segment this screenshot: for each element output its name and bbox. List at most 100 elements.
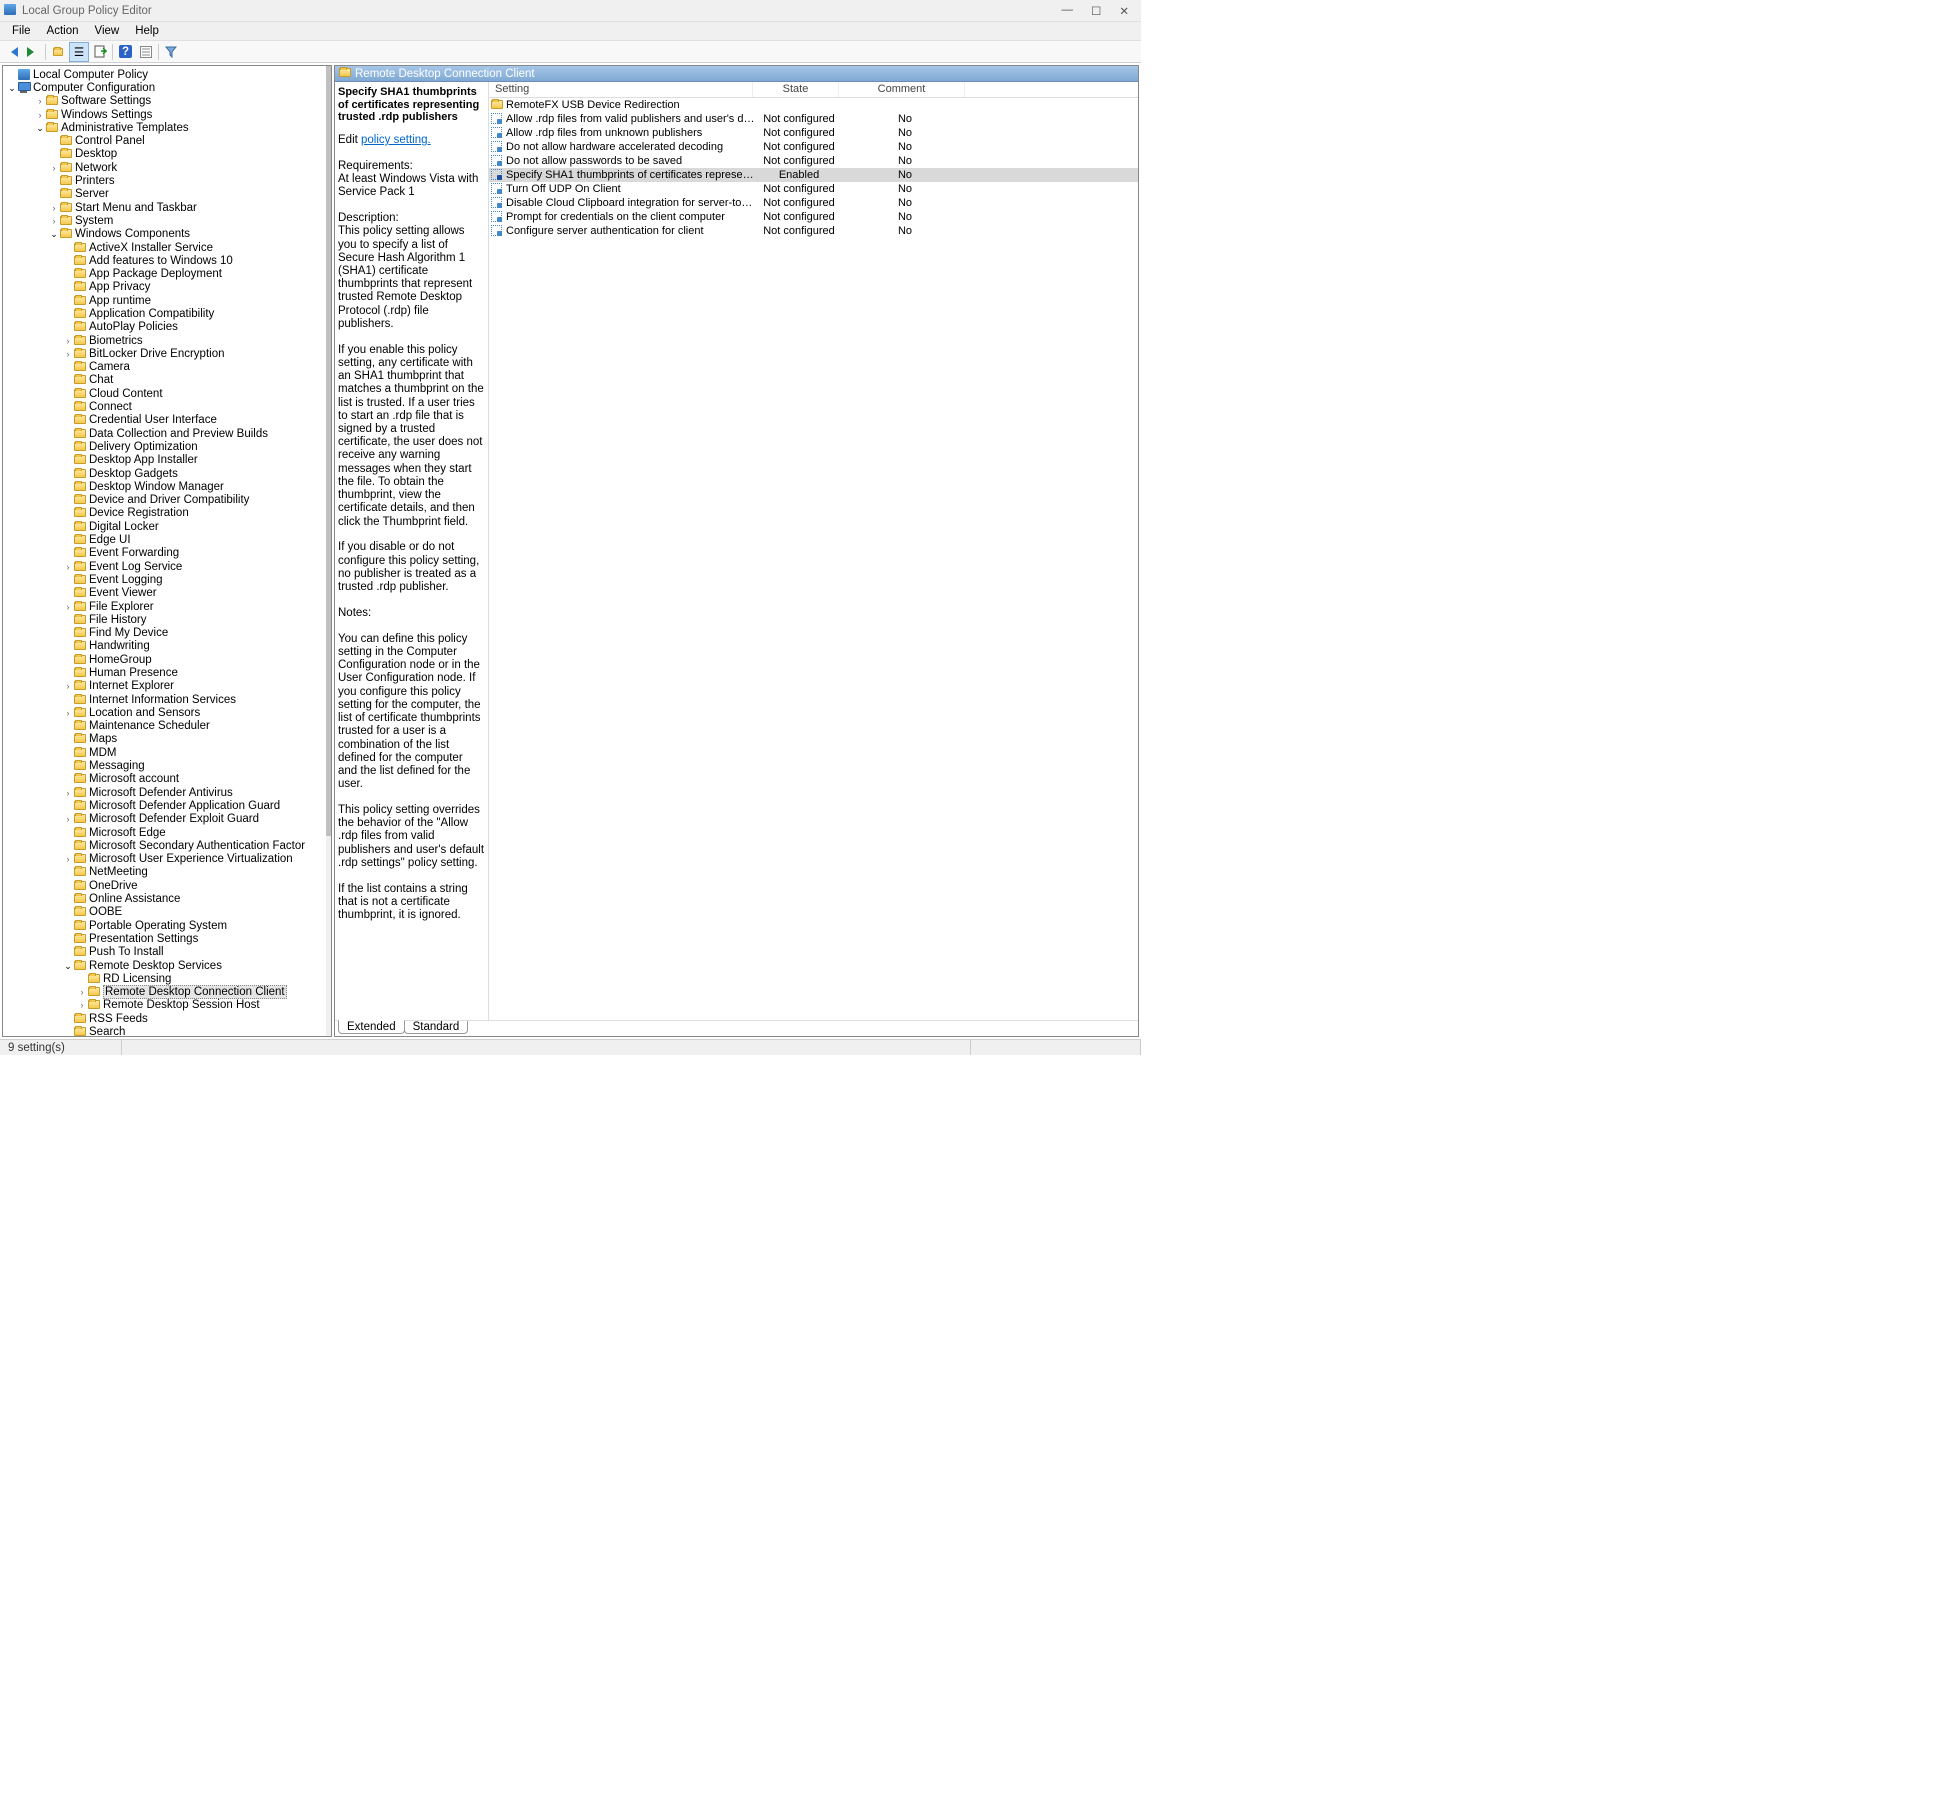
tree-item[interactable]: Application Compatibility [3, 307, 331, 320]
tree-item[interactable]: ›BitLocker Drive Encryption [3, 347, 331, 360]
col-state[interactable]: State [753, 82, 839, 97]
tree-item[interactable]: Presentation Settings [3, 932, 331, 945]
chevron-right-icon[interactable]: › [48, 163, 60, 173]
tree-item[interactable]: Digital Locker [3, 520, 331, 533]
minimize-button[interactable]: — [1062, 4, 1074, 18]
list-row[interactable]: Allow .rdp files from unknown publishers… [489, 126, 1138, 140]
back-button[interactable] [2, 42, 22, 62]
tree-item[interactable]: Search [3, 1025, 331, 1037]
chevron-right-icon[interactable]: › [62, 562, 74, 572]
chevron-right-icon[interactable]: › [76, 1000, 88, 1010]
tree-item[interactable]: ›Remote Desktop Session Host [3, 999, 331, 1012]
tree-item[interactable]: Maintenance Scheduler [3, 720, 331, 733]
tree-item[interactable]: Microsoft Secondary Authentication Facto… [3, 839, 331, 852]
tree-item[interactable]: Chat [3, 374, 331, 387]
tree-item[interactable]: Event Viewer [3, 587, 331, 600]
tree-item[interactable]: File History [3, 613, 331, 626]
list-row[interactable]: Configure server authentication for clie… [489, 224, 1138, 238]
tree-item[interactable]: ›Microsoft Defender Exploit Guard [3, 813, 331, 826]
tree-item[interactable]: ›Microsoft Defender Antivirus [3, 786, 331, 799]
tree-item[interactable]: ›Biometrics [3, 334, 331, 347]
list-row[interactable]: Turn Off UDP On ClientNot configuredNo [489, 182, 1138, 196]
menu-view[interactable]: View [87, 24, 128, 38]
tree-item[interactable]: Portable Operating System [3, 919, 331, 932]
list-row[interactable]: RemoteFX USB Device Redirection [489, 98, 1138, 112]
export-button[interactable] [90, 42, 110, 62]
help-button[interactable]: ? [115, 42, 135, 62]
tree-item[interactable]: Credential User Interface [3, 414, 331, 427]
col-comment[interactable]: Comment [839, 82, 965, 97]
col-setting[interactable]: Setting [489, 82, 753, 97]
tree-item[interactable]: Printers [3, 174, 331, 187]
chevron-right-icon[interactable]: › [62, 349, 74, 359]
tree-item[interactable]: Edge UI [3, 533, 331, 546]
tree-item[interactable]: ›Remote Desktop Connection Client [3, 985, 331, 998]
list-row[interactable]: Specify SHA1 thumbprints of certificates… [489, 168, 1138, 182]
list-row[interactable]: Do not allow hardware accelerated decodi… [489, 140, 1138, 154]
tree-item[interactable]: Desktop [3, 148, 331, 161]
tab-standard[interactable]: Standard [404, 1021, 469, 1034]
tree-item[interactable]: ›Microsoft User Experience Virtualizatio… [3, 853, 331, 866]
tree-item[interactable]: Desktop Gadgets [3, 467, 331, 480]
tree-item[interactable]: OOBE [3, 906, 331, 919]
chevron-right-icon[interactable]: › [62, 814, 74, 824]
up-button[interactable] [48, 42, 68, 62]
tree-item[interactable]: Internet Information Services [3, 693, 331, 706]
tree-item[interactable]: App Privacy [3, 281, 331, 294]
tree-item[interactable]: Data Collection and Preview Builds [3, 427, 331, 440]
filter-button[interactable] [161, 42, 181, 62]
show-hide-button[interactable]: ☰ [69, 42, 89, 62]
titlebar[interactable]: Local Group Policy Editor — ☐ ✕ [0, 0, 1141, 22]
chevron-right-icon[interactable]: › [34, 110, 46, 120]
tab-extended[interactable]: Extended [338, 1020, 405, 1034]
tree-item[interactable]: App runtime [3, 294, 331, 307]
chevron-right-icon[interactable]: › [62, 854, 74, 864]
tree-item[interactable]: Local Computer Policy [3, 68, 331, 81]
tree-item[interactable]: AutoPlay Policies [3, 321, 331, 334]
tree-item[interactable]: Cloud Content [3, 387, 331, 400]
tree-item[interactable]: Event Forwarding [3, 547, 331, 560]
chevron-down-icon[interactable]: ⌄ [6, 83, 18, 93]
tree-item[interactable]: Event Logging [3, 573, 331, 586]
close-button[interactable]: ✕ [1119, 4, 1129, 18]
tree-item[interactable]: ›Event Log Service [3, 560, 331, 573]
tree-item[interactable]: NetMeeting [3, 866, 331, 879]
tree-item[interactable]: ›System [3, 214, 331, 227]
tree-item[interactable]: ›Network [3, 161, 331, 174]
menu-help[interactable]: Help [127, 24, 167, 38]
chevron-right-icon[interactable]: › [62, 788, 74, 798]
tree-pane[interactable]: Local Computer Policy⌄Computer Configura… [2, 65, 332, 1037]
tree-item[interactable]: Handwriting [3, 640, 331, 653]
tree-item[interactable]: Camera [3, 361, 331, 374]
tree-item[interactable]: ›Software Settings [3, 95, 331, 108]
tree-item[interactable]: RSS Feeds [3, 1012, 331, 1025]
tree-item[interactable]: ›Location and Sensors [3, 706, 331, 719]
chevron-right-icon[interactable]: › [48, 216, 60, 226]
tree-item[interactable]: Push To Install [3, 946, 331, 959]
tree-item[interactable]: Human Presence [3, 666, 331, 679]
tree-item[interactable]: ›Windows Settings [3, 108, 331, 121]
tree-item[interactable]: Device Registration [3, 507, 331, 520]
tree-item[interactable]: Find My Device [3, 626, 331, 639]
menu-file[interactable]: File [4, 24, 39, 38]
properties-button[interactable] [136, 42, 156, 62]
tree-item[interactable]: Microsoft Defender Application Guard [3, 799, 331, 812]
tree-item[interactable]: MDM [3, 746, 331, 759]
tree-item[interactable]: Messaging [3, 759, 331, 772]
list-row[interactable]: Prompt for credentials on the client com… [489, 210, 1138, 224]
maximize-button[interactable]: ☐ [1091, 4, 1101, 18]
tree-item[interactable]: Microsoft Edge [3, 826, 331, 839]
tree-item[interactable]: Control Panel [3, 134, 331, 147]
tree-item[interactable]: Delivery Optimization [3, 440, 331, 453]
tree-item[interactable]: App Package Deployment [3, 267, 331, 280]
tree-item[interactable]: Online Assistance [3, 892, 331, 905]
tree-item[interactable]: ›Internet Explorer [3, 680, 331, 693]
chevron-right-icon[interactable]: › [76, 987, 88, 997]
chevron-down-icon[interactable]: ⌄ [48, 229, 60, 239]
list-row[interactable]: Do not allow passwords to be savedNot co… [489, 154, 1138, 168]
list-row[interactable]: Allow .rdp files from valid publishers a… [489, 112, 1138, 126]
tree-item[interactable]: ⌄Computer Configuration [3, 81, 331, 94]
tree-item[interactable]: ⌄Administrative Templates [3, 121, 331, 134]
chevron-right-icon[interactable]: › [62, 336, 74, 346]
chevron-right-icon[interactable]: › [48, 203, 60, 213]
